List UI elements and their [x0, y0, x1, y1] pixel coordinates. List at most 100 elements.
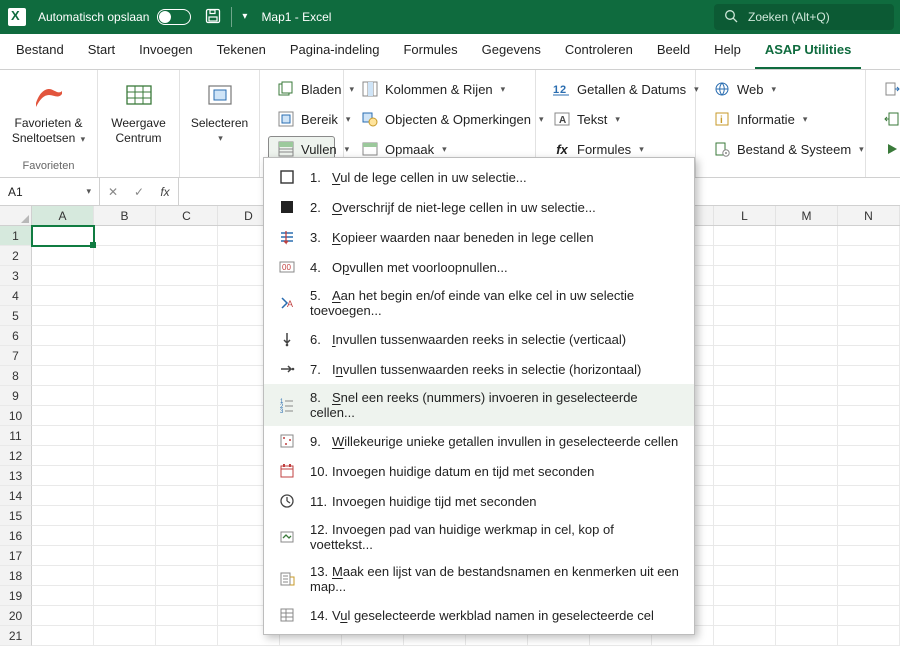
column-header[interactable]: A	[32, 206, 94, 225]
cell[interactable]	[32, 466, 94, 486]
cell[interactable]	[838, 586, 900, 606]
cell[interactable]	[714, 406, 776, 426]
row-header[interactable]: 11	[0, 426, 32, 446]
cell[interactable]	[838, 466, 900, 486]
cell[interactable]	[156, 626, 218, 646]
cell[interactable]	[838, 226, 900, 246]
cell[interactable]	[714, 466, 776, 486]
cell[interactable]	[94, 366, 156, 386]
cell[interactable]	[776, 446, 838, 466]
cell[interactable]	[776, 506, 838, 526]
menu-item[interactable]: 9. Willekeurige unieke getallen invullen…	[264, 426, 694, 456]
column-header[interactable]: N	[838, 206, 900, 225]
objecten-opmerkingen-button[interactable]: Objecten & Opmerkingen▾	[352, 106, 527, 132]
cell[interactable]	[838, 446, 900, 466]
menu-item[interactable]: 004. Opvullen met voorloopnullen...	[264, 252, 694, 282]
cell[interactable]	[714, 586, 776, 606]
tekst-button[interactable]: A Tekst▾	[544, 106, 687, 132]
cell[interactable]	[838, 286, 900, 306]
row-header[interactable]: 1	[0, 226, 32, 246]
cell[interactable]	[94, 446, 156, 466]
getallen-datums-button[interactable]: 12 Getallen & Datums▾	[544, 76, 687, 102]
cell[interactable]	[714, 446, 776, 466]
select-all-corner[interactable]	[0, 206, 32, 225]
menu-item[interactable]: 11. Invoegen huidige tijd met seconden	[264, 486, 694, 516]
cancel-icon[interactable]: ✕	[100, 185, 126, 199]
confirm-icon[interactable]: ✓	[126, 185, 152, 199]
cell[interactable]	[776, 526, 838, 546]
bladen-button[interactable]: Bladen▾	[268, 76, 335, 102]
cell[interactable]	[838, 426, 900, 446]
cell[interactable]	[156, 426, 218, 446]
cell[interactable]	[94, 626, 156, 646]
cell[interactable]	[156, 326, 218, 346]
cell[interactable]	[776, 326, 838, 346]
menu-item[interactable]: 13. Maak een lijst van de bestandsnamen …	[264, 558, 694, 600]
row-header[interactable]: 14	[0, 486, 32, 506]
save-icon[interactable]	[205, 8, 221, 27]
kolommen-rijen-button[interactable]: Kolommen & Rijen▾	[352, 76, 527, 102]
cell[interactable]	[32, 526, 94, 546]
cell[interactable]	[156, 306, 218, 326]
row-header[interactable]: 7	[0, 346, 32, 366]
menu-item[interactable]: 10. Invoegen huidige datum en tijd met s…	[264, 456, 694, 486]
cell[interactable]	[776, 346, 838, 366]
cell[interactable]	[94, 506, 156, 526]
cell[interactable]	[838, 526, 900, 546]
cell[interactable]	[94, 306, 156, 326]
cell[interactable]	[714, 626, 776, 646]
informatie-button[interactable]: i Informatie▾	[704, 106, 857, 132]
cell[interactable]	[94, 386, 156, 406]
cell[interactable]	[156, 346, 218, 366]
column-header[interactable]: M	[776, 206, 838, 225]
row-header[interactable]: 19	[0, 586, 32, 606]
cell[interactable]	[32, 366, 94, 386]
weergave-centrum-button[interactable]: Weergave Centrum	[103, 74, 173, 147]
cell[interactable]	[32, 586, 94, 606]
cell[interactable]	[32, 266, 94, 286]
cell[interactable]	[776, 426, 838, 446]
cell[interactable]	[32, 286, 94, 306]
cell[interactable]	[156, 246, 218, 266]
cell[interactable]	[156, 526, 218, 546]
cell[interactable]	[838, 626, 900, 646]
cell[interactable]	[32, 246, 94, 266]
cell[interactable]	[94, 606, 156, 626]
column-header[interactable]: B	[94, 206, 156, 225]
fx-icon[interactable]: fx	[152, 185, 178, 199]
cell[interactable]	[776, 486, 838, 506]
cell[interactable]	[94, 586, 156, 606]
row-header[interactable]: 4	[0, 286, 32, 306]
cell[interactable]	[156, 586, 218, 606]
column-header[interactable]: L	[714, 206, 776, 225]
tab-asap-utilities[interactable]: ASAP Utilities	[755, 34, 861, 69]
row-header[interactable]: 9	[0, 386, 32, 406]
cell[interactable]	[776, 466, 838, 486]
tab-beeld[interactable]: Beeld	[647, 34, 700, 69]
selecteren-button[interactable]: Selecteren ▾	[183, 74, 256, 147]
cell[interactable]	[838, 246, 900, 266]
cell[interactable]	[32, 326, 94, 346]
cell[interactable]	[838, 546, 900, 566]
row-header[interactable]: 10	[0, 406, 32, 426]
cell[interactable]	[32, 386, 94, 406]
name-box[interactable]: A1 ▾	[0, 178, 100, 205]
row-header[interactable]: 12	[0, 446, 32, 466]
cell[interactable]	[94, 326, 156, 346]
tab-start[interactable]: Start	[78, 34, 125, 69]
cell[interactable]	[776, 266, 838, 286]
cell[interactable]	[156, 606, 218, 626]
row-header[interactable]: 2	[0, 246, 32, 266]
cell[interactable]	[156, 486, 218, 506]
cell[interactable]	[714, 486, 776, 506]
tab-help[interactable]: Help	[704, 34, 751, 69]
cell[interactable]	[838, 386, 900, 406]
cell[interactable]	[776, 386, 838, 406]
cell[interactable]	[32, 426, 94, 446]
menu-item[interactable]: 1238. Snel een reeks (nummers) invoeren …	[264, 384, 694, 426]
cell[interactable]	[94, 486, 156, 506]
cell[interactable]	[776, 586, 838, 606]
cell[interactable]	[156, 366, 218, 386]
row-header[interactable]: 18	[0, 566, 32, 586]
cell[interactable]	[32, 346, 94, 366]
